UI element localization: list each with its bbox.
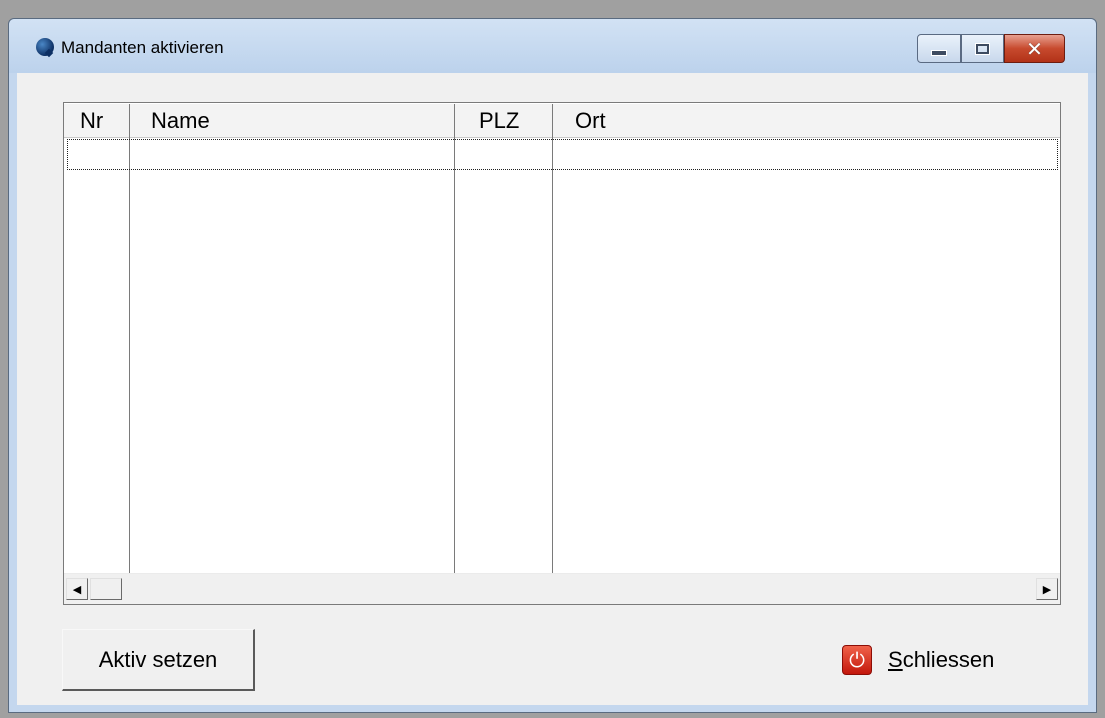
activate-button[interactable]: Aktiv setzen <box>62 629 255 691</box>
horizontal-scrollbar[interactable]: ◀ ▶ <box>64 573 1060 604</box>
window-title: Mandanten aktivieren <box>61 38 224 57</box>
maximize-button[interactable] <box>961 34 1004 63</box>
list-header: Nr Name PLZ Ort <box>64 103 1060 138</box>
close-button-accelerator: S <box>888 647 903 672</box>
column-header-nr[interactable]: Nr <box>64 104 130 137</box>
close-button-label: Schliessen <box>888 647 994 673</box>
column-header-name[interactable]: Name <box>130 104 455 137</box>
close-button[interactable]: ⏻ Schliessen <box>842 639 994 681</box>
maximize-icon <box>976 43 989 54</box>
table-row[interactable] <box>67 139 1058 170</box>
close-icon: ✕ <box>1026 36 1043 61</box>
power-icon: ⏻ <box>842 645 872 675</box>
chevron-left-icon: ◀ <box>72 582 82 596</box>
app-logo-icon <box>36 38 54 56</box>
column-header-plz[interactable]: PLZ <box>455 104 553 137</box>
close-button-label-rest: chliessen <box>902 647 995 672</box>
chevron-right-icon: ▶ <box>1042 582 1052 596</box>
mandanten-list[interactable]: Nr Name PLZ Ort ◀ ▶ <box>63 102 1061 605</box>
column-divider <box>552 136 553 574</box>
close-window-button[interactable]: ✕ <box>1004 34 1065 63</box>
minimize-button[interactable] <box>917 34 961 63</box>
column-header-ort[interactable]: Ort <box>553 104 1060 137</box>
dialog-window: Mandanten aktivieren ✕ Nr Name PLZ Ort ◀… <box>8 18 1097 713</box>
column-divider <box>454 136 455 574</box>
column-divider <box>129 136 130 574</box>
dialog-client-area: Nr Name PLZ Ort ◀ ▶ Aktiv setzen ⏻ Schli… <box>17 73 1088 705</box>
scroll-left-button[interactable]: ◀ <box>66 578 88 600</box>
scroll-right-button[interactable]: ▶ <box>1036 578 1058 600</box>
title-bar[interactable]: Mandanten aktivieren ✕ <box>9 19 1096 73</box>
scrollbar-thumb[interactable] <box>90 578 122 600</box>
minimize-icon <box>931 49 947 56</box>
